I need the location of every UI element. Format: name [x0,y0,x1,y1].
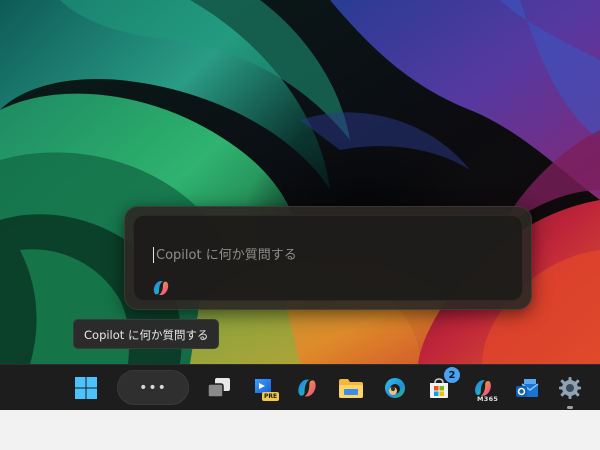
copilot-taskbar-button[interactable] [289,370,325,406]
file-explorer-button[interactable] [333,370,369,406]
taskbar: ••• PRE 2 M365 [0,364,600,410]
m365-tag: M365 [477,395,499,403]
gear-icon [558,376,582,400]
folder-icon [338,377,364,399]
copilot-icon [295,376,319,400]
edge-icon [383,376,407,400]
outlook-icon [514,376,540,400]
outlook-button[interactable] [509,370,545,406]
below-taskbar-area [0,410,600,450]
search-dots: ••• [139,379,167,396]
visual-studio-preview-button[interactable]: PRE [245,370,281,406]
task-view-button[interactable] [201,370,237,406]
running-indicator [567,406,573,409]
m365-copilot-button[interactable]: M365 [465,370,501,406]
edge-button[interactable] [377,370,413,406]
start-button[interactable] [68,370,104,406]
copilot-tooltip: Copilot に何か質問する [73,319,220,349]
store-button[interactable]: 2 [421,366,461,406]
store-notification-badge: 2 [443,366,461,384]
copilot-input-box[interactable] [133,215,523,301]
text-caret [153,247,154,263]
task-view-icon [207,377,231,399]
copilot-flyout [124,206,532,310]
settings-button[interactable] [552,370,588,409]
dev-preview-tag: PRE [262,392,280,401]
search-button[interactable]: ••• [117,370,189,405]
copilot-icon [151,278,171,298]
copilot-question-input[interactable] [152,244,496,266]
windows-logo-icon [75,377,97,399]
